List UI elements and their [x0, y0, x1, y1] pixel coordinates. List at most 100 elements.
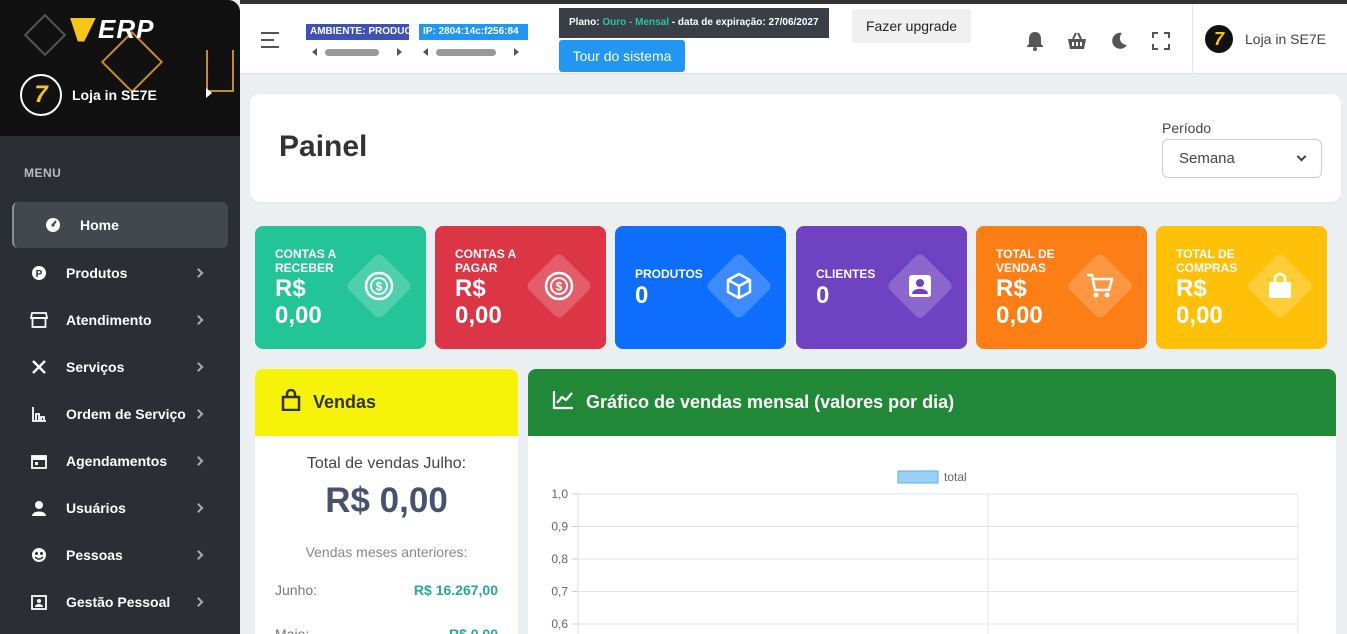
scroll-thumb[interactable] [436, 48, 496, 56]
avatar-glyph: 7 [34, 81, 48, 108]
chevron-right-icon [193, 314, 204, 325]
y-tick-label: 1,0 [551, 487, 568, 501]
vendas-month-value: R$ 16.267,00 [413, 582, 498, 598]
caret-right-icon[interactable] [206, 88, 212, 98]
vendas-total-value: R$ 0,00 [325, 481, 448, 520]
periodo-select[interactable]: Semana [1162, 139, 1322, 178]
stat-card-clientes[interactable]: CLIENTES 0 [796, 226, 967, 349]
stat-card-total-de-compras[interactable]: TOTAL DE COMPRAS R$ 0,00 [1156, 226, 1327, 349]
chevron-right-icon [193, 361, 204, 372]
logo-text: ERP [98, 14, 155, 44]
chevron-right-icon [193, 596, 204, 607]
calendar-icon [30, 452, 48, 470]
stat-label: TOTAL DE VENDAS [996, 247, 1055, 275]
plan-expiration: - data de expiração: 27/06/2027 [669, 17, 819, 28]
stat-card-contas-a-pagar[interactable]: CONTAS A PAGAR R$ 0,00 $ [435, 226, 606, 349]
shopping-bag-icon [1264, 270, 1296, 302]
chevron-down-icon [1296, 151, 1307, 162]
people-icon [30, 546, 48, 564]
basket-icon[interactable] [1066, 30, 1088, 52]
stat-card-total-de-vendas[interactable]: TOTAL DE VENDAS R$ 0,00 [976, 226, 1147, 349]
topbar-user-name: Loja in SE7E [1245, 31, 1326, 47]
shopping-bag-icon [281, 388, 301, 416]
sidebar-item-label: Serviços [66, 358, 125, 375]
periodo-selected-value: Semana [1179, 150, 1235, 167]
sidebar-item-label: Atendimento [66, 311, 152, 328]
chevron-right-icon [193, 455, 204, 466]
stat-label: CONTAS A PAGAR [455, 247, 516, 275]
scroll-left-icon[interactable] [423, 48, 428, 56]
stat-value: 0 [816, 282, 830, 309]
vendas-previous-label: Vendas meses anteriores: [305, 544, 468, 560]
app-logo[interactable]: ERP [70, 14, 154, 45]
sidebar-user[interactable]: 7 Loja in SE7E [20, 74, 212, 116]
sidebar: ERP 7 Loja in SE7E MENU Home P Produtos [0, 0, 240, 634]
menu-label: MENU [24, 166, 62, 180]
stat-label: TOTAL DE COMPRAS [1176, 247, 1238, 275]
avatar: 7 [1203, 23, 1235, 55]
environment-scrollbar[interactable] [312, 46, 402, 58]
cube-icon [723, 270, 755, 302]
stat-value: R$ 0,00 [455, 275, 502, 329]
scroll-right-icon[interactable] [397, 48, 402, 56]
sidebar-nav: Home P Produtos Atendimento Serviços Ord… [12, 202, 228, 625]
bell-icon[interactable] [1024, 30, 1046, 52]
plan-prefix: Plano: [569, 17, 603, 28]
sidebar-item-usuarios[interactable]: Usuários [12, 484, 228, 531]
vendas-title: Vendas [313, 392, 377, 412]
y-tick-label: 0,6 [551, 617, 568, 631]
stat-card-produtos[interactable]: PRODUTOS 0 [615, 226, 786, 349]
logo-mark-icon [70, 17, 96, 42]
hamburger-menu-icon[interactable] [261, 32, 279, 53]
vendas-total-label: Total de vendas Julho: [306, 455, 467, 472]
fullscreen-icon[interactable] [1150, 30, 1172, 52]
sidebar-item-label: Gestão Pessoal [66, 593, 171, 610]
badge-icon [30, 593, 48, 611]
sales-chart-plot: total 1,0 0,9 0,8 0,7 0,6 [551, 470, 1299, 634]
sidebar-item-produtos[interactable]: P Produtos [12, 249, 228, 296]
sidebar-item-servicos[interactable]: Serviços [12, 343, 228, 390]
scroll-right-icon[interactable] [514, 48, 519, 56]
chevron-right-icon [193, 549, 204, 560]
system-tour-button[interactable]: Tour do sistema [559, 40, 685, 72]
vendas-card: Vendas Total de vendas Julho: R$ 0,00 Ve… [255, 369, 518, 634]
avatar-glyph: 7 [1213, 28, 1224, 49]
sales-chart-card: Gráfico de vendas mensal (valores por di… [528, 369, 1336, 634]
sidebar-item-gestao-pessoal[interactable]: Gestão Pessoal [12, 578, 228, 625]
stat-value: R$ 0,00 [275, 275, 322, 329]
plan-info: Plano: Ouro - Mensal - data de expiração… [559, 8, 829, 38]
legend-swatch [897, 470, 939, 484]
tools-icon [30, 358, 48, 376]
ip-scrollbar[interactable] [423, 46, 519, 58]
gauge-icon [44, 216, 62, 234]
dollar-circle-icon: $ [363, 270, 395, 302]
cart-icon [1084, 270, 1116, 302]
sidebar-item-label: Produtos [66, 264, 128, 281]
chevron-right-icon [193, 408, 204, 419]
vendas-month-name: Junho: [275, 582, 318, 598]
y-tick-label: 0,7 [551, 585, 568, 599]
sidebar-item-label: Usuários [66, 499, 126, 516]
stat-label: CLIENTES [816, 267, 876, 281]
stat-card-contas-a-receber[interactable]: CONTAS A RECEBER R$ 0,00 $ [255, 226, 426, 349]
sidebar-item-pessoas[interactable]: Pessoas [12, 531, 228, 578]
sidebar-item-home[interactable]: Home [12, 202, 228, 248]
avatar: 7 [20, 74, 62, 116]
svg-text:$: $ [376, 280, 383, 294]
sidebar-item-ordem-de-servico[interactable]: Ordem de Serviço [12, 390, 228, 437]
page-title: Painel [279, 130, 368, 163]
y-tick-label: 0,9 [551, 520, 568, 534]
ip-badge: IP: 2804:14c:f256:84 [419, 24, 528, 40]
stat-value: R$ 0,00 [996, 275, 1043, 329]
topbar-user-menu[interactable]: 7 Loja in SE7E [1192, 4, 1347, 74]
stat-value: R$ 0,00 [1176, 275, 1223, 329]
moon-icon[interactable] [1108, 30, 1130, 52]
sales-chart-title: Gráfico de vendas mensal (valores por di… [586, 392, 955, 412]
scroll-left-icon[interactable] [312, 48, 317, 56]
upgrade-button[interactable]: Fazer upgrade [852, 9, 972, 43]
sidebar-item-label: Agendamentos [66, 452, 168, 469]
sidebar-item-atendimento[interactable]: Atendimento [12, 296, 228, 343]
scroll-thumb[interactable] [325, 48, 379, 56]
decorative-diamond [23, 13, 67, 57]
sidebar-item-agendamentos[interactable]: Agendamentos [12, 437, 228, 484]
